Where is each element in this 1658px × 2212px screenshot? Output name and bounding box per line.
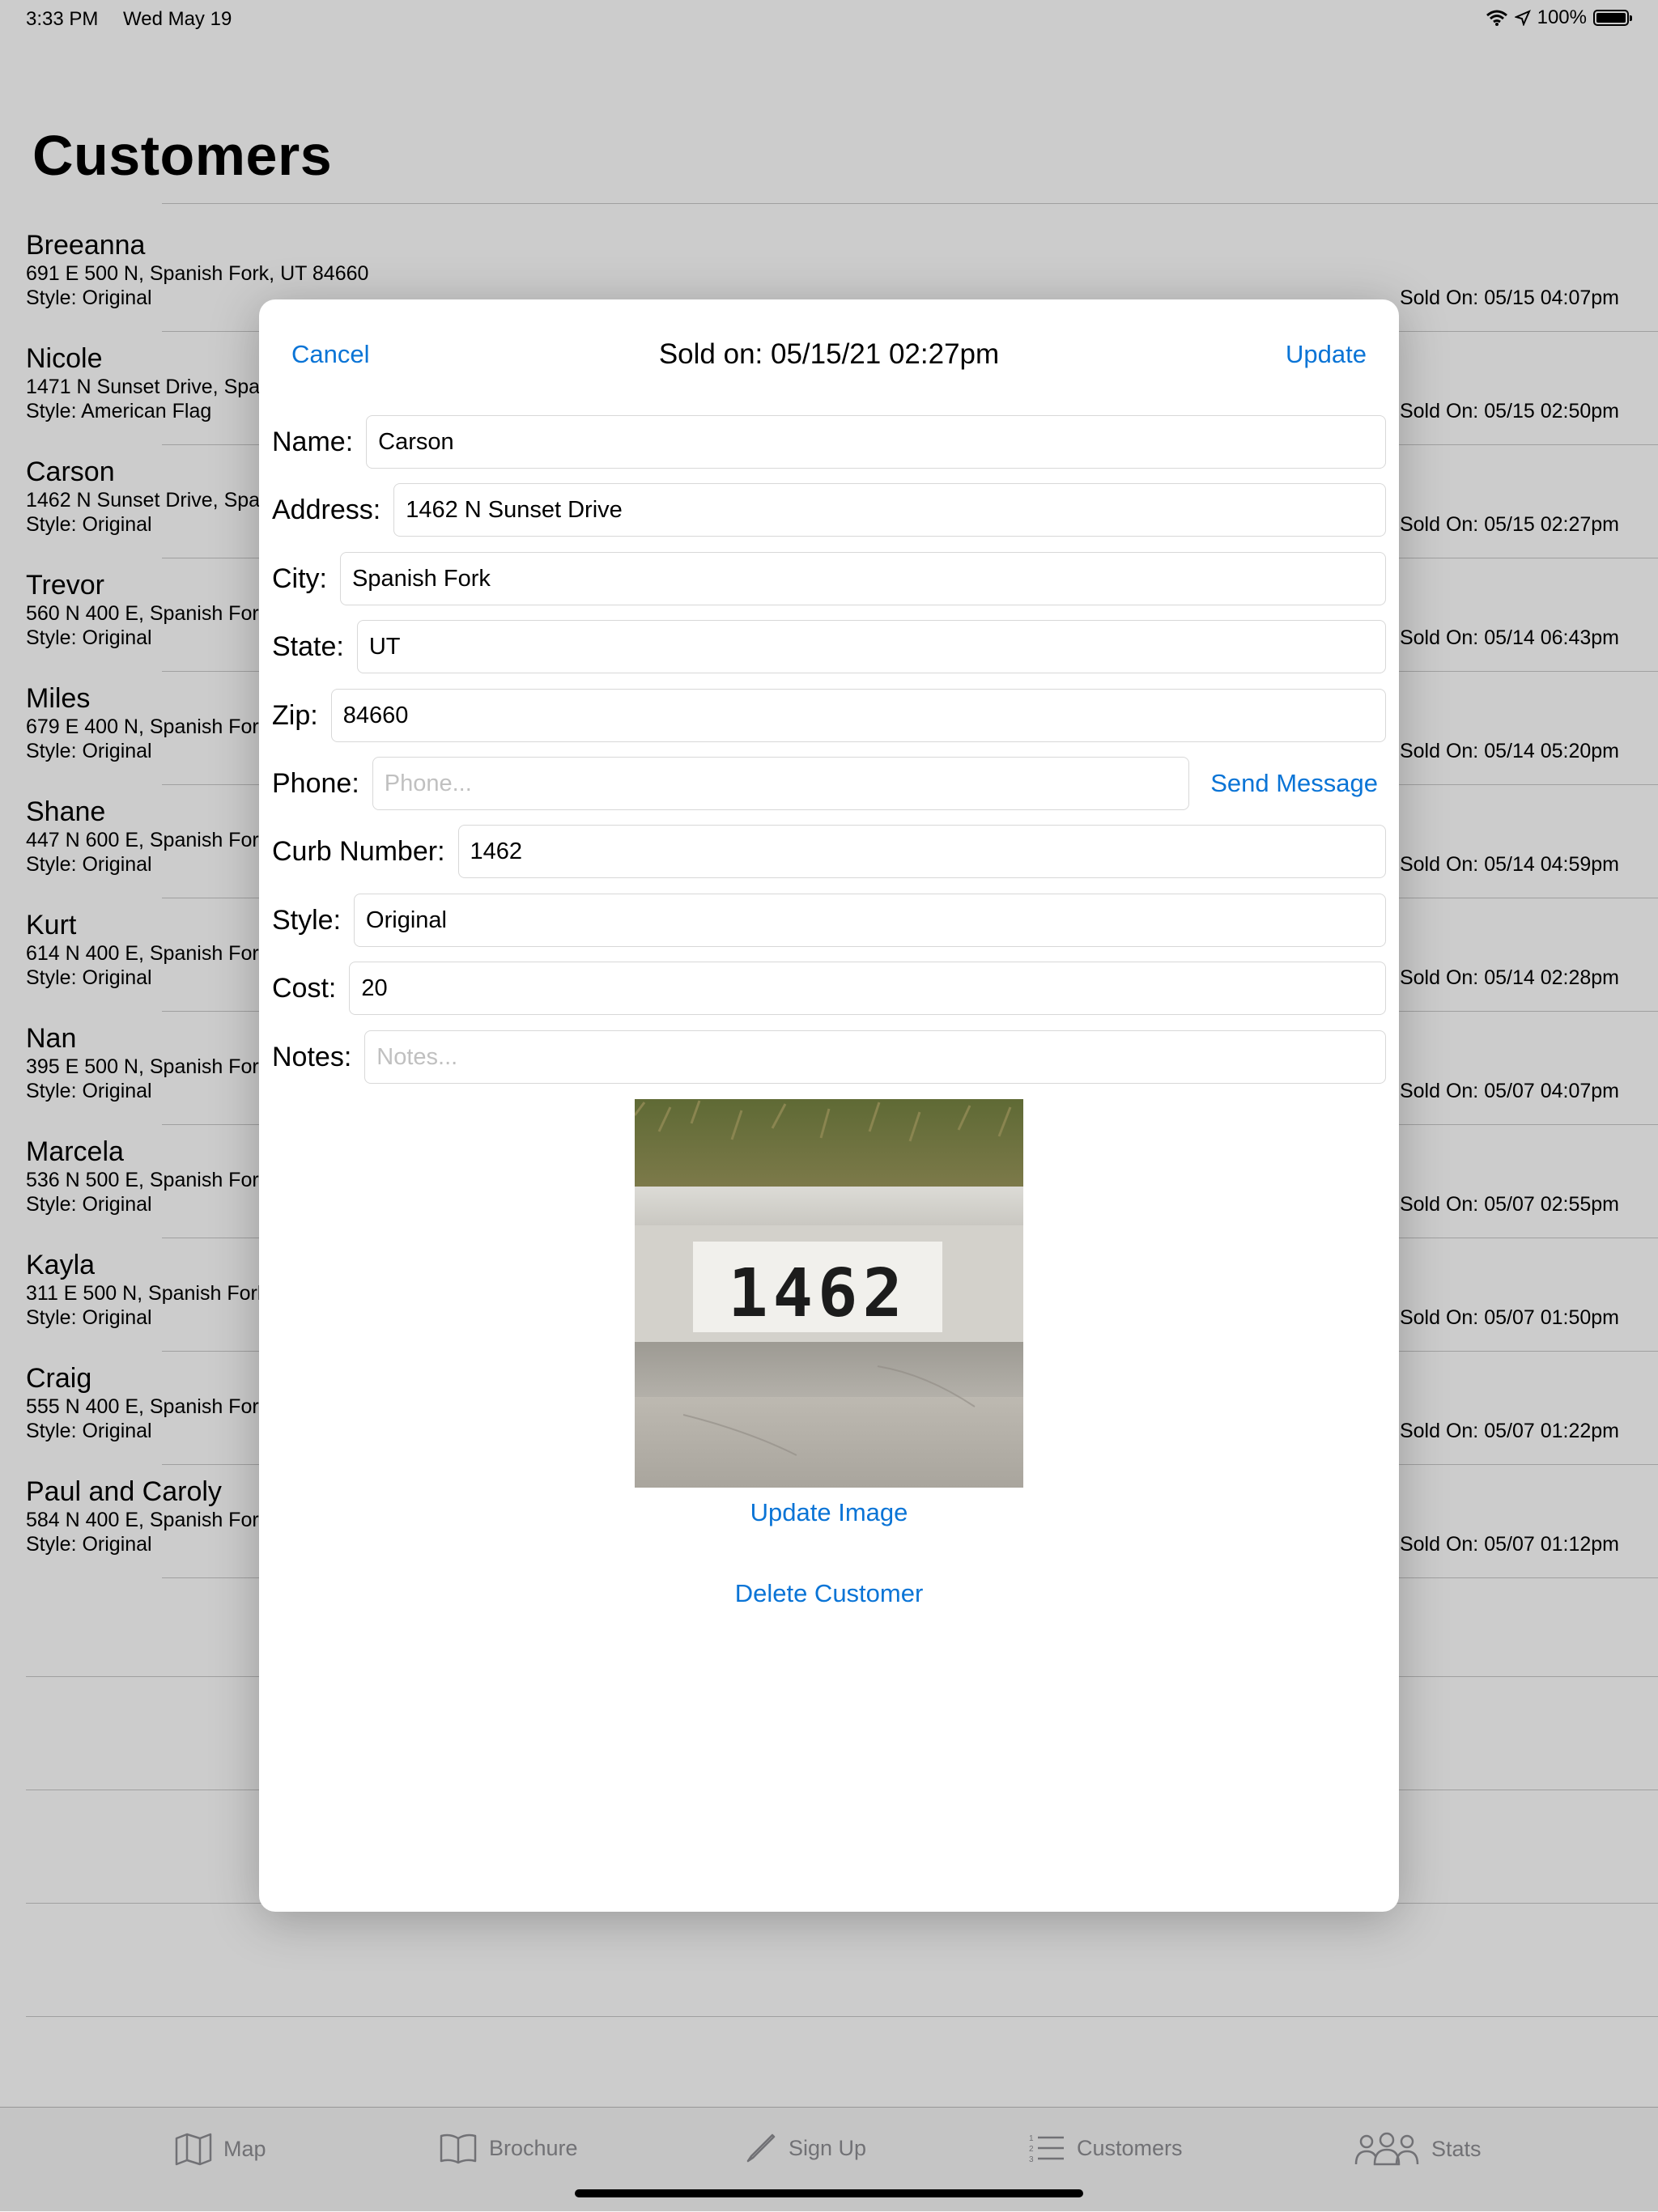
notes-field[interactable] xyxy=(364,1030,1386,1084)
state-row: State: xyxy=(272,619,1386,674)
city-row: City: xyxy=(272,551,1386,606)
home-indicator[interactable] xyxy=(575,2189,1083,2197)
address-field[interactable] xyxy=(393,483,1386,537)
send-message-button[interactable]: Send Message xyxy=(1210,769,1378,798)
sheet-title: Sold on: 05/15/21 02:27pm xyxy=(658,338,1000,370)
name-label: Name: xyxy=(272,426,354,457)
state-label: State: xyxy=(272,630,344,662)
curb-number-stencil: 1462 xyxy=(728,1255,907,1332)
address-row: Address: xyxy=(272,482,1386,537)
style-row: Style: xyxy=(272,893,1386,948)
state-field[interactable] xyxy=(356,620,1386,673)
name-field[interactable] xyxy=(366,415,1386,469)
zip-field[interactable] xyxy=(330,689,1386,742)
city-label: City: xyxy=(272,563,327,594)
phone-label: Phone: xyxy=(272,767,359,799)
curb-number-label: Curb Number: xyxy=(272,835,445,867)
style-field[interactable] xyxy=(354,894,1386,947)
delete-customer-button[interactable]: Delete Customer xyxy=(259,1579,1399,1608)
phone-field[interactable] xyxy=(372,757,1190,810)
curb-number-row: Curb Number: xyxy=(272,824,1386,879)
cost-row: Cost: xyxy=(272,961,1386,1016)
cost-label: Cost: xyxy=(272,972,337,1004)
curb-photo-image: 1462 xyxy=(635,1099,1023,1488)
cancel-button[interactable]: Cancel xyxy=(291,340,370,369)
name-row: Name: xyxy=(272,414,1386,469)
cost-field[interactable] xyxy=(349,962,1386,1015)
update-image-button[interactable]: Update Image xyxy=(259,1498,1399,1527)
phone-row: Phone: Send Message xyxy=(272,756,1386,811)
address-label: Address: xyxy=(272,494,381,525)
curb-photo: 1462 xyxy=(635,1099,1023,1488)
notes-row: Notes: xyxy=(272,1030,1386,1085)
zip-row: Zip: xyxy=(272,688,1386,743)
customer-edit-sheet: Sold on: 05/15/21 02:27pm Cancel Update … xyxy=(259,299,1399,1912)
zip-label: Zip: xyxy=(272,699,318,731)
notes-label: Notes: xyxy=(272,1041,352,1072)
style-label: Style: xyxy=(272,904,342,936)
city-field[interactable] xyxy=(340,552,1386,605)
update-button[interactable]: Update xyxy=(1286,340,1367,369)
curb-number-field[interactable] xyxy=(457,825,1386,878)
